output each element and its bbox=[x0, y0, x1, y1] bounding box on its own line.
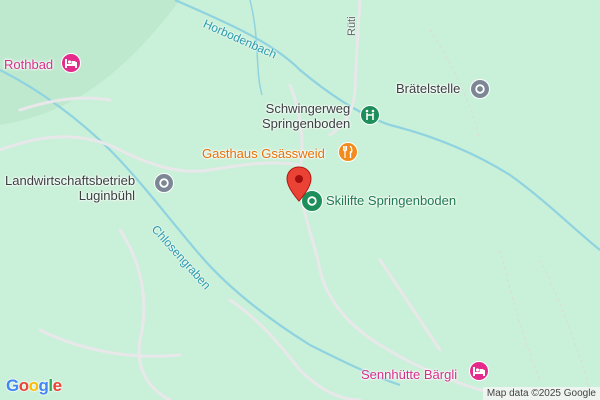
location-marker-icon[interactable] bbox=[286, 166, 312, 202]
landwirtschaft-label-line1: Landwirtschaftsbetrieb bbox=[5, 173, 136, 188]
map-attribution[interactable]: Map data ©2025 Google bbox=[482, 387, 600, 400]
landmark-icon[interactable] bbox=[470, 79, 490, 99]
schwingerweg-label-line1: Schwingerweg bbox=[265, 101, 351, 116]
schwingerweg-label-line2: Springenboden bbox=[262, 116, 351, 131]
braetelstelle-label[interactable]: Brätelstelle bbox=[396, 81, 460, 97]
google-logo-letter: o bbox=[28, 376, 39, 395]
google-logo-letter: o bbox=[18, 376, 29, 395]
schwingerweg-label[interactable]: Schwingerweg Springenboden bbox=[262, 101, 350, 131]
google-logo-letter: g bbox=[38, 376, 49, 395]
skilifte-label[interactable]: Skilifte Springenboden bbox=[326, 193, 456, 209]
google-logo: Google bbox=[6, 376, 62, 396]
hotel-icon[interactable] bbox=[469, 361, 489, 381]
google-logo-letter: e bbox=[52, 376, 62, 395]
google-logo-letter: G bbox=[6, 376, 19, 395]
landwirtschaft-label-line2: Luginbühl bbox=[78, 188, 136, 203]
hotel-icon[interactable] bbox=[61, 53, 81, 73]
rothbad-label[interactable]: Rothbad bbox=[4, 57, 53, 73]
rueti-road-label: Rüti bbox=[346, 16, 358, 36]
landwirtschaft-label[interactable]: Landwirtschaftsbetrieb Luginbühl bbox=[5, 173, 135, 203]
sennhuette-label[interactable]: Sennhütte Bärgli bbox=[361, 367, 457, 383]
map-canvas[interactable]: Horbodenbach Chlosengraben Rüti Rothbad … bbox=[0, 0, 600, 400]
landmark-icon[interactable] bbox=[154, 173, 174, 193]
park-icon[interactable] bbox=[360, 105, 380, 125]
gasthaus-label[interactable]: Gasthaus Gsässweid bbox=[202, 146, 325, 162]
restaurant-icon[interactable] bbox=[338, 142, 358, 162]
